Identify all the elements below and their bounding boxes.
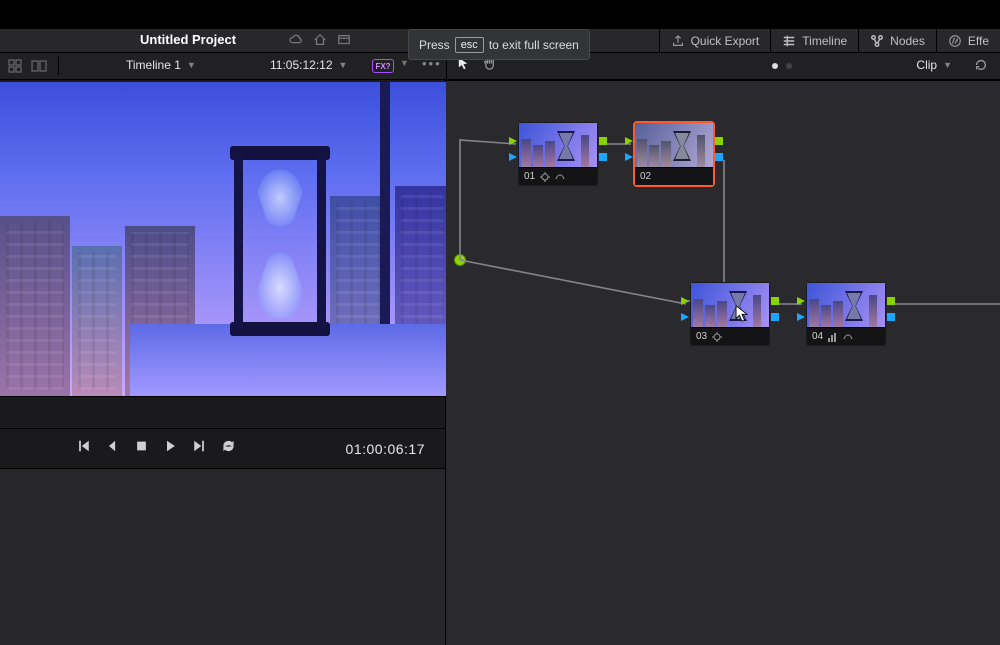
- node-output-rgb-port[interactable]: [887, 297, 895, 305]
- dual-view-icon[interactable]: [30, 58, 48, 74]
- node-thumbnail: [691, 283, 769, 327]
- hdr-icon: [843, 332, 853, 342]
- timeline-panel-button[interactable]: Timeline: [770, 29, 858, 53]
- node-graph[interactable]: 01 0: [446, 80, 1000, 645]
- effects-panel-button[interactable]: Effe: [936, 29, 1000, 53]
- timeline-panel-label: Timeline: [802, 34, 847, 48]
- fullscreen-esc-hint: Press esc to exit full screen: [408, 29, 590, 60]
- node-graph-pane[interactable]: 01 0: [446, 80, 1000, 645]
- window-top-strip: [0, 0, 1000, 29]
- nodes-panel-label: Nodes: [890, 34, 925, 48]
- mouse-cursor-icon: [735, 305, 749, 327]
- quick-export-label: Quick Export: [691, 34, 760, 48]
- node-output-alpha-port[interactable]: [715, 153, 723, 161]
- chevron-down-icon: ▼: [943, 60, 952, 70]
- timeline-dropdown[interactable]: Timeline 1 ▼: [126, 58, 196, 72]
- player-timecode[interactable]: 01:00:06:17: [346, 441, 425, 457]
- node-output-rgb-port[interactable]: [771, 297, 779, 305]
- quick-export-button[interactable]: Quick Export: [659, 29, 771, 53]
- node-input-alpha-port[interactable]: [797, 313, 805, 321]
- page-dots[interactable]: [772, 63, 792, 69]
- nodes-panel-button[interactable]: Nodes: [858, 29, 936, 53]
- crosshair-icon: [712, 332, 722, 342]
- node-thumbnail: [635, 123, 713, 167]
- node-thumbnail: [519, 123, 597, 167]
- node-number-label: 02: [640, 171, 651, 182]
- render-cache-label: FX?: [375, 62, 390, 71]
- node-number-label: 03: [696, 331, 707, 342]
- render-cache-badge[interactable]: FX?: [372, 59, 394, 73]
- node-input-alpha-port[interactable]: [681, 313, 689, 321]
- bars-icon: [828, 332, 838, 342]
- clip-mode-label: Clip: [916, 58, 937, 72]
- color-node-03[interactable]: 03: [690, 282, 770, 346]
- clip-mode-dropdown[interactable]: Clip ▼: [916, 58, 952, 72]
- chevron-down-icon: ▼: [187, 60, 196, 70]
- fx-icon: [948, 34, 962, 48]
- crosshair-icon: [540, 172, 550, 182]
- play-icon[interactable]: [163, 439, 178, 458]
- node-input-rgb-port[interactable]: [625, 137, 633, 145]
- viewer[interactable]: [0, 82, 446, 396]
- viewer-art: [0, 216, 70, 396]
- transport-bar: 01:00:06:17: [0, 428, 445, 468]
- esc-key-badge: esc: [455, 37, 484, 53]
- cloud-icon[interactable]: [288, 32, 304, 48]
- chevron-down-icon: ▼: [339, 60, 348, 70]
- node-output-alpha-port[interactable]: [771, 313, 779, 321]
- node-output-rgb-port[interactable]: [599, 137, 607, 145]
- page-dot-active: [772, 63, 778, 69]
- layout-grid-icon[interactable]: [6, 58, 24, 74]
- node-output-alpha-port[interactable]: [599, 153, 607, 161]
- timeline-timecode[interactable]: 11:05:12:12 ▼: [270, 58, 347, 72]
- top-right-menu: Quick Export Timeline Nodes: [659, 29, 1000, 53]
- esc-hint-rest: to exit full screen: [489, 38, 579, 52]
- color-node-02[interactable]: 02: [634, 122, 714, 186]
- reset-icon[interactable]: [974, 58, 988, 77]
- effects-panel-label: Effe: [968, 34, 989, 48]
- viewer-art: [72, 246, 122, 396]
- color-node-01[interactable]: 01: [518, 122, 598, 186]
- graph-source-dot[interactable]: [454, 254, 466, 266]
- skip-back-icon[interactable]: [76, 439, 91, 458]
- left-bottom-panel: [0, 468, 445, 645]
- nodes-icon: [870, 34, 884, 48]
- node-output-rgb-port[interactable]: [715, 137, 723, 145]
- chevron-down-icon[interactable]: ▼: [400, 58, 409, 68]
- home-icon[interactable]: [312, 32, 328, 48]
- timeline-timecode-value: 11:05:12:12: [270, 58, 333, 72]
- node-number-label: 01: [524, 171, 535, 182]
- color-node-04[interactable]: 04: [806, 282, 886, 346]
- viewer-pane: 01:00:06:17: [0, 80, 446, 645]
- esc-hint-press: Press: [419, 38, 450, 52]
- viewer-scrub-bar[interactable]: [0, 396, 445, 428]
- viewer-art: [220, 146, 340, 336]
- timeline-icon: [782, 34, 796, 48]
- timeline-name-label: Timeline 1: [126, 58, 181, 72]
- node-input-rgb-port[interactable]: [797, 297, 805, 305]
- page-dot: [786, 63, 792, 69]
- export-icon: [671, 34, 685, 48]
- node-input-alpha-port[interactable]: [509, 153, 517, 161]
- frame-back-icon[interactable]: [105, 439, 120, 458]
- node-thumbnail: [807, 283, 885, 327]
- node-number-label: 04: [812, 331, 823, 342]
- node-output-alpha-port[interactable]: [887, 313, 895, 321]
- loop-icon[interactable]: [221, 439, 236, 458]
- project-title: Untitled Project: [140, 32, 236, 47]
- node-input-alpha-port[interactable]: [625, 153, 633, 161]
- toolbar-separator: [58, 57, 59, 75]
- main-area: 01:00:06:17: [0, 80, 1000, 645]
- skip-forward-icon[interactable]: [192, 439, 207, 458]
- node-input-rgb-port[interactable]: [681, 297, 689, 305]
- stop-icon[interactable]: [134, 439, 149, 458]
- hdr-icon: [555, 172, 565, 182]
- workspace-icon[interactable]: [336, 32, 352, 48]
- node-input-rgb-port[interactable]: [509, 137, 517, 145]
